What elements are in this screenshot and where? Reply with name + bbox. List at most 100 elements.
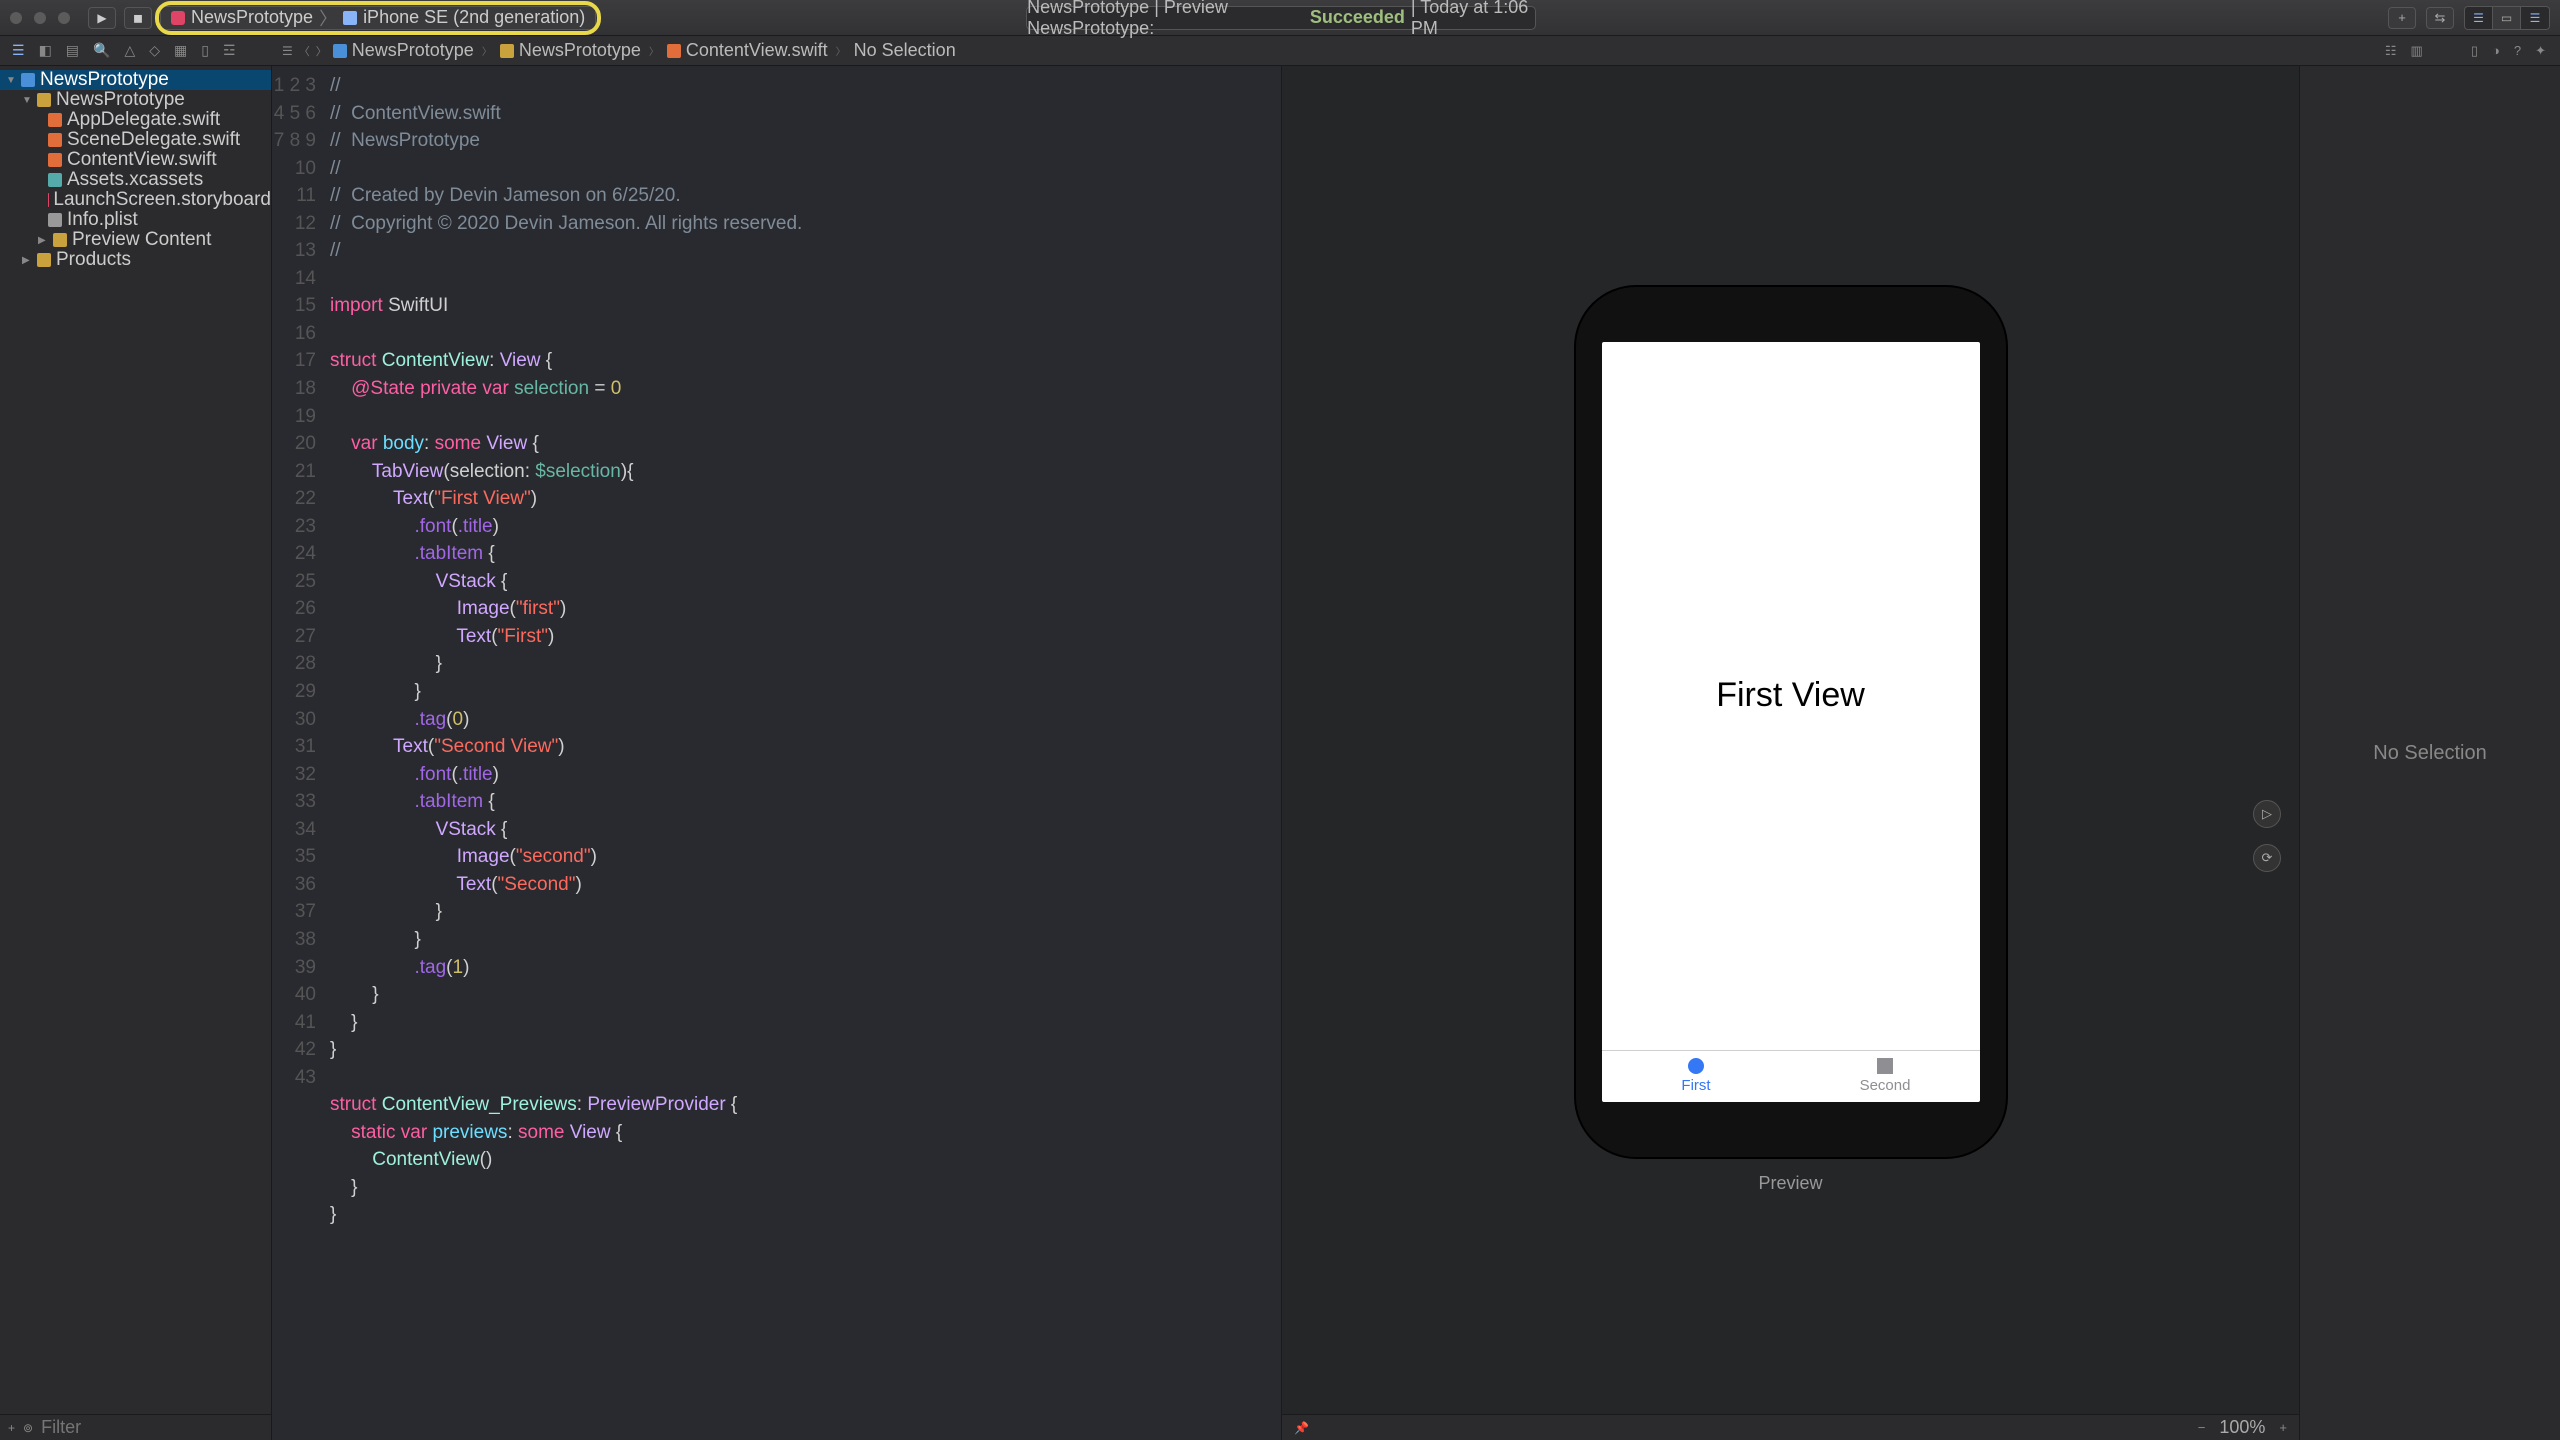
debug-navigator-tab[interactable]: ▦ bbox=[174, 42, 187, 59]
test-navigator-tab[interactable]: ◇ bbox=[149, 42, 160, 59]
tree-group[interactable]: ▶Preview Content bbox=[0, 230, 271, 250]
activity-prefix: NewsPrototype | Preview NewsPrototype: bbox=[1027, 0, 1304, 39]
report-navigator-tab[interactable]: ☲ bbox=[223, 42, 236, 59]
add-file-button[interactable]: + bbox=[8, 1421, 15, 1435]
show-navigator-toggle[interactable]: ☰ bbox=[2465, 7, 2493, 29]
nav-back-button[interactable]: 〈 bbox=[299, 43, 310, 59]
chevron-right-icon: 〉 bbox=[646, 43, 662, 58]
tree-group[interactable]: ▶Products bbox=[0, 250, 271, 270]
preview-tab-first-label: First bbox=[1681, 1077, 1710, 1094]
code-content[interactable]: // // ContentView.swift // NewsPrototype… bbox=[326, 66, 1281, 1440]
crumb-3[interactable]: No Selection bbox=[854, 40, 956, 61]
assets-icon bbox=[48, 173, 62, 187]
file-label: Info.plist bbox=[67, 209, 138, 231]
canvas-inner[interactable]: First View First Second bbox=[1282, 66, 2299, 1414]
folder-icon bbox=[37, 93, 51, 107]
adjust-editor-icon[interactable]: ▥ bbox=[2411, 43, 2423, 59]
pin-preview-button[interactable]: 📌 bbox=[1294, 1421, 1309, 1435]
editor-area: 1 2 3 4 5 6 7 8 9 10 11 12 13 14 15 16 1… bbox=[272, 66, 2560, 1440]
project-navigator-tab[interactable]: ☰ bbox=[12, 42, 25, 59]
activity-viewer[interactable]: NewsPrototype | Preview NewsPrototype: S… bbox=[1026, 6, 1536, 30]
history-inspector-tab[interactable]: ◑ bbox=[2492, 43, 2500, 59]
main-toolbar: ▶ ◼ NewsPrototype 〉 iPhone SE (2nd gener… bbox=[0, 0, 2560, 36]
disclosure-triangle-icon[interactable]: ▼ bbox=[6, 75, 16, 86]
run-button[interactable]: ▶ bbox=[88, 7, 116, 29]
screen-main: First View bbox=[1602, 342, 1980, 1050]
minimap-toggle-icon[interactable]: ☷ bbox=[2385, 43, 2397, 59]
device-frame: First View First Second bbox=[1576, 287, 2006, 1157]
zoom-level[interactable]: 100% bbox=[2219, 1417, 2265, 1438]
scheme-device-name: iPhone SE (2nd generation) bbox=[363, 7, 585, 28]
scheme-selector[interactable]: NewsPrototype 〉 iPhone SE (2nd generatio… bbox=[160, 6, 596, 30]
tree-file[interactable]: LaunchScreen.storyboard bbox=[0, 190, 271, 210]
preview-tab-second-label: Second bbox=[1860, 1077, 1911, 1094]
disclosure-triangle-icon[interactable]: ▶ bbox=[38, 235, 48, 246]
preview-tab-first[interactable]: First bbox=[1602, 1051, 1791, 1102]
zoom-window-button[interactable] bbox=[58, 12, 70, 24]
nav-forward-button[interactable]: 〉 bbox=[316, 43, 327, 59]
disclosure-triangle-icon[interactable]: ▼ bbox=[22, 95, 32, 106]
stop-button[interactable]: ◼ bbox=[124, 7, 152, 29]
device-screen[interactable]: First View First Second bbox=[1602, 342, 1980, 1102]
plist-icon bbox=[48, 213, 62, 227]
canvas-controls: ▷ ⟳ bbox=[2253, 800, 2281, 872]
code-editor[interactable]: 1 2 3 4 5 6 7 8 9 10 11 12 13 14 15 16 1… bbox=[272, 66, 1282, 1440]
tree-file[interactable]: Assets.xcassets bbox=[0, 170, 271, 190]
canvas-footer: 📌 − 100% + bbox=[1282, 1414, 2299, 1440]
crumb-1[interactable]: NewsPrototype bbox=[519, 40, 641, 61]
preview-label: Preview bbox=[1758, 1173, 1822, 1194]
tree-file[interactable]: Info.plist bbox=[0, 210, 271, 230]
attributes-inspector-tab[interactable]: ✦ bbox=[2535, 43, 2546, 59]
add-button[interactable]: + bbox=[2388, 7, 2416, 29]
close-window-button[interactable] bbox=[10, 12, 22, 24]
file-inspector-tab[interactable]: ▯ bbox=[2471, 43, 2478, 59]
square-fill-icon bbox=[1877, 1058, 1893, 1074]
tree-file[interactable]: SceneDelegate.swift bbox=[0, 130, 271, 150]
tree-root[interactable]: ▼ NewsPrototype bbox=[0, 70, 271, 90]
preview-on-device-button[interactable]: ⟳ bbox=[2253, 844, 2281, 872]
tree-group[interactable]: ▼ NewsPrototype bbox=[0, 90, 271, 110]
disclosure-triangle-icon[interactable]: ▶ bbox=[22, 255, 32, 266]
activity-status: Succeeded bbox=[1310, 7, 1405, 28]
tabbar: ☰ ◧ ▤ 🔍 △ ◇ ▦ ▯ ☲ ☰ 〈 〉 NewsPrototype 〉 … bbox=[0, 36, 2560, 66]
breadcrumb[interactable]: NewsPrototype 〉 NewsPrototype 〉 ContentV… bbox=[333, 40, 956, 61]
symbol-navigator-tab[interactable]: ▤ bbox=[66, 42, 79, 59]
crumb-0[interactable]: NewsPrototype bbox=[352, 40, 474, 61]
show-debug-toggle[interactable]: ▭ bbox=[2493, 7, 2521, 29]
find-navigator-tab[interactable]: 🔍 bbox=[93, 42, 110, 59]
file-tree[interactable]: ▼ NewsPrototype ▼ NewsPrototype AppDeleg… bbox=[0, 66, 271, 1414]
file-label: Assets.xcassets bbox=[67, 169, 203, 191]
zoom-in-button[interactable]: + bbox=[2279, 1420, 2287, 1435]
window-traffic-lights bbox=[10, 12, 70, 24]
activity-time: | Today at 1:06 PM bbox=[1411, 0, 1535, 39]
swift-file-icon bbox=[667, 44, 681, 58]
minimize-window-button[interactable] bbox=[34, 12, 46, 24]
library-button[interactable]: ⇆ bbox=[2426, 7, 2454, 29]
editor-layout-segmented: ☰ ▭ ☰ bbox=[2464, 6, 2550, 30]
live-preview-button[interactable]: ▷ bbox=[2253, 800, 2281, 828]
preview-tab-second[interactable]: Second bbox=[1791, 1051, 1980, 1102]
zoom-out-button[interactable]: − bbox=[2198, 1420, 2206, 1435]
navigator-tabs: ☰ ◧ ▤ 🔍 △ ◇ ▦ ▯ ☲ bbox=[0, 42, 272, 59]
help-inspector-tab[interactable]: ? bbox=[2514, 43, 2521, 59]
tree-file[interactable]: ContentView.swift bbox=[0, 150, 271, 170]
source-control-navigator-tab[interactable]: ◧ bbox=[39, 42, 52, 59]
folder-icon bbox=[37, 253, 51, 267]
show-inspector-toggle[interactable]: ☰ bbox=[2521, 7, 2549, 29]
issue-navigator-tab[interactable]: △ bbox=[124, 42, 135, 59]
crumb-2[interactable]: ContentView.swift bbox=[686, 40, 828, 61]
editor-jump-bar: ☰ 〈 〉 NewsPrototype 〉 NewsPrototype 〉 Co… bbox=[272, 40, 956, 61]
project-navigator: ▼ NewsPrototype ▼ NewsPrototype AppDeleg… bbox=[0, 66, 272, 1440]
scheme-separator: 〉 bbox=[319, 5, 337, 31]
filter-input[interactable] bbox=[41, 1417, 273, 1438]
circle-fill-icon bbox=[1688, 1058, 1704, 1074]
file-label: ContentView.swift bbox=[67, 149, 217, 171]
tree-file[interactable]: AppDelegate.swift bbox=[0, 110, 271, 130]
file-label: LaunchScreen.storyboard bbox=[53, 189, 271, 211]
project-icon bbox=[333, 44, 347, 58]
folder-icon bbox=[500, 44, 514, 58]
file-label: AppDelegate.swift bbox=[67, 109, 220, 131]
swift-file-icon bbox=[48, 153, 62, 167]
related-items-icon[interactable]: ☰ bbox=[282, 44, 293, 58]
breakpoint-navigator-tab[interactable]: ▯ bbox=[201, 42, 209, 59]
